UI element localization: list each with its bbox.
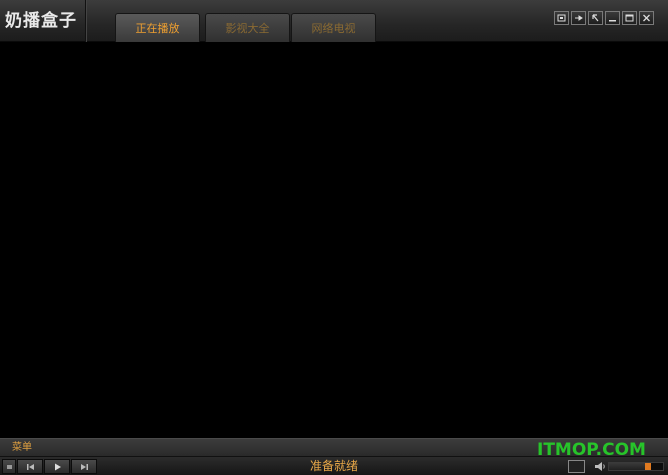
volume-slider[interactable] xyxy=(608,462,664,471)
play-icon xyxy=(54,463,61,470)
volume-thumb[interactable] xyxy=(645,463,651,470)
play-button[interactable] xyxy=(44,459,70,474)
maximize-button[interactable] xyxy=(622,11,637,25)
close-button[interactable] xyxy=(639,11,654,25)
minimize-button[interactable] xyxy=(605,11,620,25)
restore-button[interactable] xyxy=(588,11,603,25)
pin-icon xyxy=(575,15,583,21)
close-icon xyxy=(643,14,650,22)
control-bar: 准备就绪 xyxy=(0,456,668,475)
next-button[interactable] xyxy=(71,459,97,474)
app-logo: 奶播盒子 xyxy=(0,0,86,42)
tab-now-playing[interactable]: 正在播放 xyxy=(115,13,200,42)
tab-video-library[interactable]: 影视大全 xyxy=(205,13,290,42)
mini-mode-icon xyxy=(557,14,566,22)
minimize-icon xyxy=(609,20,616,22)
menu-button[interactable]: 菜单 xyxy=(12,439,32,457)
restore-icon xyxy=(592,14,599,22)
window-controls xyxy=(554,11,654,25)
stop-button[interactable] xyxy=(2,459,16,474)
stop-icon xyxy=(6,464,12,469)
maximize-icon xyxy=(625,14,634,22)
pin-button[interactable] xyxy=(571,11,586,25)
title-bar: 奶播盒子 正在播放 影视大全 网络电视 xyxy=(0,0,668,42)
status-text: 准备就绪 xyxy=(309,459,358,473)
next-icon xyxy=(80,463,88,470)
video-area[interactable] xyxy=(0,42,668,438)
mini-mode-button[interactable] xyxy=(554,11,569,25)
tab-web-tv[interactable]: 网络电视 xyxy=(291,13,376,42)
volume-fill xyxy=(609,463,648,470)
speaker-icon[interactable] xyxy=(594,461,606,472)
screen-mode-button[interactable] xyxy=(568,460,585,473)
previous-icon xyxy=(26,463,34,470)
previous-button[interactable] xyxy=(17,459,43,474)
